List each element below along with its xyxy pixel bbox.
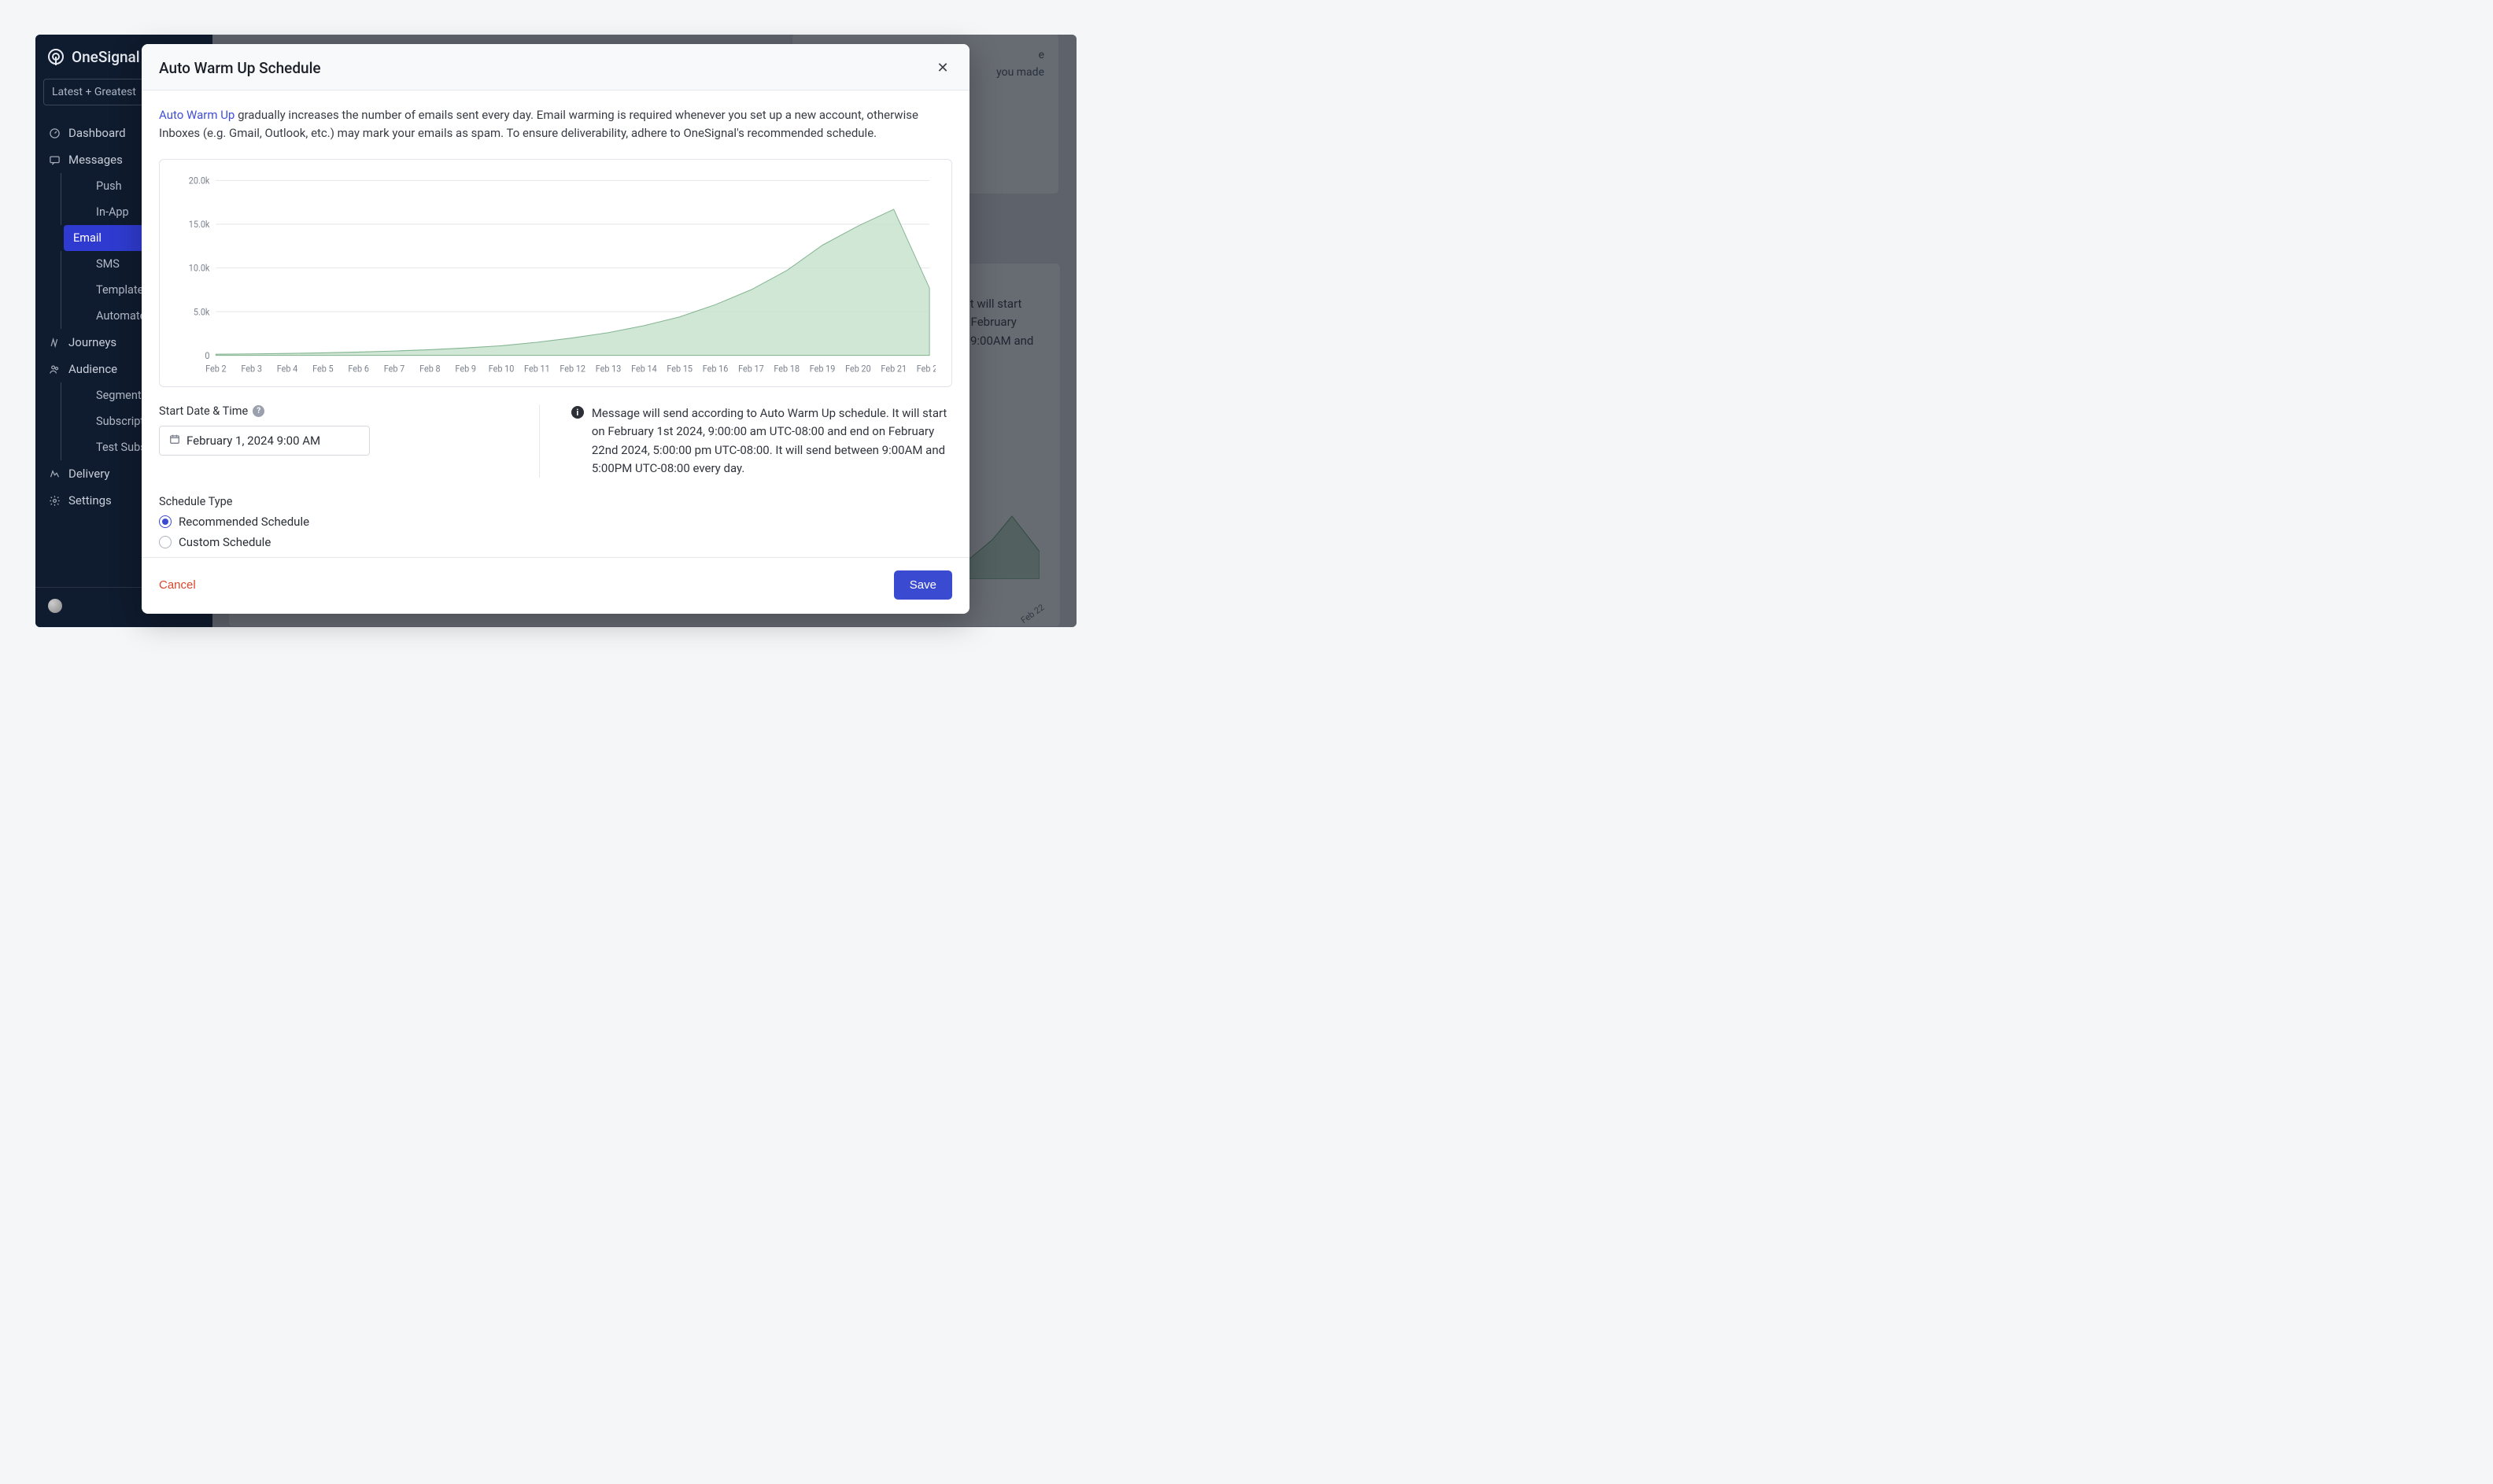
radio-custom[interactable]: Custom Schedule: [159, 535, 952, 549]
gear-icon: [48, 494, 61, 507]
svg-text:Feb 4: Feb 4: [277, 364, 298, 374]
svg-text:Feb 3: Feb 3: [241, 364, 262, 374]
close-button[interactable]: ✕: [933, 58, 952, 77]
sidebar-item-label: Settings: [68, 493, 112, 508]
message-icon: [48, 153, 61, 166]
auto-warm-up-link[interactable]: Auto Warm Up: [159, 108, 235, 122]
cancel-button[interactable]: Cancel: [159, 578, 196, 592]
intro-text: Auto Warm Up gradually increases the num…: [159, 106, 952, 142]
onesignal-logo-icon: [46, 47, 65, 66]
svg-text:Feb 14: Feb 14: [631, 364, 657, 374]
svg-text:Feb 18: Feb 18: [774, 364, 800, 374]
svg-text:Feb 9: Feb 9: [455, 364, 476, 374]
svg-text:Feb 17: Feb 17: [738, 364, 764, 374]
svg-text:Feb 8: Feb 8: [419, 364, 441, 374]
svg-text:Feb 5: Feb 5: [312, 364, 334, 374]
intro-rest: gradually increases the number of emails…: [159, 108, 918, 140]
warmup-area-chart: 0 5.0k 10.0k 15.0k 20.0k Feb 2 Feb 3 Feb 4 Feb 5…: [174, 174, 936, 378]
modal-footer: Cancel Save: [142, 557, 970, 614]
sidebar-item-label: Audience: [68, 362, 117, 376]
brand-name: OneSignal: [72, 48, 140, 66]
sidebar-item-label: Journeys: [68, 335, 116, 349]
svg-text:Feb 21: Feb 21: [881, 364, 907, 374]
sidebar-item-label: Dashboard: [68, 126, 126, 140]
svg-text:Feb 20: Feb 20: [845, 364, 871, 374]
warmup-schedule-modal: Auto Warm Up Schedule ✕ Auto Warm Up gra…: [142, 44, 970, 614]
calendar-icon: [169, 434, 180, 448]
modal-header: Auto Warm Up Schedule ✕: [142, 44, 970, 90]
radio-custom-label: Custom Schedule: [179, 535, 271, 549]
avatar[interactable]: [48, 599, 62, 613]
info-icon: i: [571, 406, 584, 419]
app-selector-label: Latest + Greatest: [52, 86, 136, 98]
svg-text:Feb 12: Feb 12: [560, 364, 585, 374]
gauge-icon: [48, 127, 61, 139]
svg-text:Feb 2: Feb 2: [205, 364, 227, 374]
modal-body: Auto Warm Up gradually increases the num…: [142, 90, 970, 557]
radio-recommended-label: Recommended Schedule: [179, 515, 309, 529]
svg-text:Feb 22: Feb 22: [917, 364, 936, 374]
audience-icon: [48, 363, 61, 375]
svg-text:Feb 16: Feb 16: [703, 364, 729, 374]
svg-text:Feb 15: Feb 15: [667, 364, 692, 374]
start-date-label: Start Date & Time: [159, 404, 248, 418]
schedule-type-label: Schedule Type: [159, 495, 232, 508]
start-date-label-row: Start Date & Time ?: [159, 404, 520, 418]
svg-text:Feb 7: Feb 7: [384, 364, 405, 374]
radio-recommended[interactable]: Recommended Schedule: [159, 515, 952, 529]
chart-card: 0 5.0k 10.0k 15.0k 20.0k Feb 2 Feb 3 Feb 4 Feb 5…: [159, 159, 952, 387]
svg-text:5.0k: 5.0k: [194, 307, 210, 317]
schedule-info-section: i Message will send according to Auto Wa…: [571, 404, 952, 478]
start-date-section: Start Date & Time ? February 1, 2024 9:0…: [159, 404, 540, 478]
svg-text:Feb 13: Feb 13: [596, 364, 622, 374]
svg-text:Feb 19: Feb 19: [810, 364, 836, 374]
svg-text:20.0k: 20.0k: [189, 175, 210, 186]
svg-text:0: 0: [205, 351, 209, 361]
sidebar-item-label: Delivery: [68, 467, 110, 481]
radio-icon: [159, 536, 172, 548]
schedule-type-section: Schedule Type Recommended Schedule Custo…: [159, 495, 952, 549]
journeys-icon: [48, 336, 61, 349]
radio-icon: [159, 515, 172, 528]
svg-text:Feb 11: Feb 11: [524, 364, 550, 374]
delivery-icon: [48, 467, 61, 480]
help-icon[interactable]: ?: [253, 405, 264, 417]
save-button[interactable]: Save: [894, 570, 952, 600]
schedule-info-text: Message will send according to Auto Warm…: [592, 404, 952, 478]
modal-title: Auto Warm Up Schedule: [159, 59, 321, 77]
start-date-value: February 1, 2024 9:00 AM: [187, 434, 320, 448]
svg-text:Feb 10: Feb 10: [489, 364, 515, 374]
svg-text:Feb 6: Feb 6: [348, 364, 369, 374]
close-icon: ✕: [936, 60, 948, 76]
sidebar-item-label: Messages: [68, 153, 123, 167]
start-date-input[interactable]: February 1, 2024 9:00 AM: [159, 426, 370, 456]
svg-text:10.0k: 10.0k: [189, 263, 210, 273]
svg-text:15.0k: 15.0k: [189, 220, 210, 230]
